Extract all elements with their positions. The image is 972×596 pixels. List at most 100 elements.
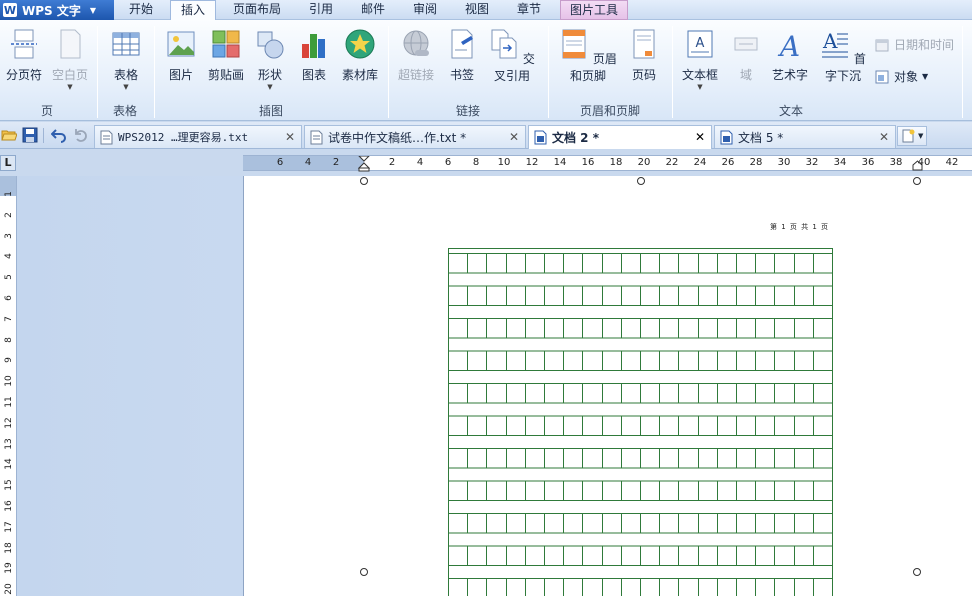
page-break-icon <box>11 29 37 59</box>
drop-cap-button[interactable]: A 首字下沉 <box>817 28 869 84</box>
bookmark-button[interactable]: 书签 <box>446 28 478 83</box>
chart-button[interactable]: 图表 <box>298 28 330 83</box>
grid-row <box>448 285 833 306</box>
group-divider <box>548 26 549 118</box>
object-button[interactable]: 对象 ▼ <box>875 68 928 85</box>
undo-icon[interactable] <box>51 127 67 143</box>
page-number-icon <box>633 29 655 59</box>
tab-review[interactable]: 审阅 <box>402 0 448 20</box>
new-document-button[interactable]: ▼ <box>897 126 927 146</box>
shapes-icon <box>257 31 284 59</box>
picture-resize-handle-top-left[interactable] <box>360 177 368 185</box>
page-number-button[interactable]: 页码 <box>628 28 660 83</box>
header-footer-group-label: 页眉和页脚 <box>579 104 640 118</box>
tab-start[interactable]: 开始 <box>116 0 166 20</box>
horizontal-ruler[interactable]: 6 4 2 2 4 6 8 10 12 14 16 18 20 22 24 26 28 30 32 34 36 38 40 4… <box>243 155 972 172</box>
grid-row <box>448 253 833 274</box>
date-time-button[interactable]: 日期和时间 <box>875 36 954 53</box>
ruler-number: 42 <box>945 157 959 168</box>
object-icon <box>875 70 889 83</box>
ruler-number: 24 <box>693 157 707 168</box>
doc-tab-document-2[interactable]: 文档 2 * ✕ <box>528 125 712 149</box>
wordart-button[interactable]: A 艺术字 <box>770 28 810 83</box>
clipart-button[interactable]: 剪贴画 <box>204 28 248 83</box>
field-label: 域 <box>739 68 752 82</box>
ruler-number: 17 <box>4 521 14 533</box>
picture-resize-handle-right[interactable] <box>913 568 921 576</box>
indent-marker-icon[interactable] <box>358 156 370 172</box>
picture-resize-handle-top-right[interactable] <box>913 177 921 185</box>
tab-picture-tools[interactable]: 图片工具 <box>560 0 628 20</box>
picture-icon <box>167 31 195 57</box>
toolbar-divider <box>43 128 44 143</box>
ruler-number: 4 <box>416 157 424 168</box>
illustration-group-label: 插图 <box>258 104 283 118</box>
shapes-button[interactable]: 形状 ▼ <box>254 28 286 91</box>
ruler-number: 16 <box>581 157 595 168</box>
grid-row <box>448 383 833 404</box>
hyperlink-button[interactable]: 超链接 <box>396 28 436 83</box>
ruler-number: 18 <box>4 541 14 554</box>
close-icon[interactable]: ✕ <box>509 130 519 144</box>
svg-text:A: A <box>696 36 705 51</box>
text-file-icon <box>310 130 323 144</box>
app-menu-button[interactable]: W WPS 文字 ▼ <box>0 0 114 20</box>
close-icon[interactable]: ✕ <box>695 130 705 144</box>
picture-resize-handle-top[interactable] <box>637 177 645 185</box>
close-icon[interactable]: ✕ <box>879 130 889 144</box>
new-document-icon <box>902 129 915 143</box>
picture-resize-handle-left[interactable] <box>360 568 368 576</box>
chevron-down-icon: ▼ <box>267 83 273 91</box>
bookmark-label: 书签 <box>449 68 474 82</box>
redo-icon[interactable] <box>73 127 89 143</box>
clipart-label: 剪贴画 <box>207 68 244 82</box>
ruler-number: 4 <box>304 157 312 168</box>
ruler-number: 32 <box>805 157 819 168</box>
material-button[interactable]: 素材库 <box>340 28 380 83</box>
tab-stop-selector[interactable]: L <box>0 155 16 171</box>
link-group-label: 链接 <box>455 104 480 118</box>
hyperlink-label: 超链接 <box>397 68 434 82</box>
cross-reference-button[interactable]: 交叉引用 <box>486 28 538 84</box>
ruler-number: 12 <box>4 417 14 429</box>
page-break-button[interactable]: 分页符 <box>4 28 44 83</box>
page-header-page-number: 第 1 页 共 1 页 <box>770 223 830 231</box>
vertical-ruler[interactable]: 1 2 3 4 5 6 7 8 9 10 11 12 13 14 15 16 17 18 19 20 <box>0 176 17 596</box>
open-folder-icon[interactable] <box>1 127 17 143</box>
page-number-label: 页码 <box>631 68 656 82</box>
close-icon[interactable]: ✕ <box>285 130 295 144</box>
doc-tab-wps2012[interactable]: WPS2012 …理更容易.txt ✕ <box>94 125 302 148</box>
header-footer-button[interactable]: 页眉和页脚 <box>555 28 621 84</box>
doc-tab-document-5[interactable]: 文档 5 * ✕ <box>714 125 896 148</box>
ruler-number: 6 <box>444 157 452 168</box>
ruler-number: 7 <box>4 315 14 322</box>
textbox-button[interactable]: A 文本框 ▼ <box>680 28 720 91</box>
tab-chapter[interactable]: 章节 <box>506 0 552 20</box>
ruler-number: 15 <box>4 479 14 491</box>
clipart-icon <box>212 30 240 58</box>
doc-tab-label: 试卷中作文稿纸…作.txt * <box>328 130 467 145</box>
tab-page-layout[interactable]: 页面布局 <box>222 0 292 20</box>
ribbon: 分页符 空白页 ▼ 页 表格 ▼ 表格 图片 剪贴画 形状 ▼ 图表 素材库 插… <box>0 20 972 121</box>
page-break-label: 分页符 <box>5 68 42 82</box>
ruler-number: 10 <box>4 375 14 387</box>
text-group-label: 文本 <box>778 104 803 118</box>
table-button[interactable]: 表格 ▼ <box>106 28 146 91</box>
picture-button[interactable]: 图片 <box>162 28 200 83</box>
save-icon[interactable] <box>22 127 38 143</box>
tab-references[interactable]: 引用 <box>298 0 344 20</box>
tab-mailings[interactable]: 邮件 <box>350 0 396 20</box>
text-file-icon <box>100 130 113 144</box>
tab-insert[interactable]: 插入 <box>170 0 216 21</box>
chevron-down-icon: ▼ <box>89 5 97 15</box>
blank-page-button[interactable]: 空白页 ▼ <box>50 28 90 91</box>
field-icon <box>734 37 758 51</box>
doc-tab-essay-sheet[interactable]: 试卷中作文稿纸…作.txt * ✕ <box>304 125 526 148</box>
doc-tab-label: 文档 2 * <box>552 131 599 145</box>
composition-grid-paper[interactable] <box>448 248 833 596</box>
ruler-number: 40 <box>917 157 931 168</box>
doc-tab-label: 文档 5 * <box>738 130 784 145</box>
tab-view[interactable]: 视图 <box>454 0 500 20</box>
material-label: 素材库 <box>341 68 378 82</box>
field-button[interactable]: 域 <box>730 28 762 83</box>
